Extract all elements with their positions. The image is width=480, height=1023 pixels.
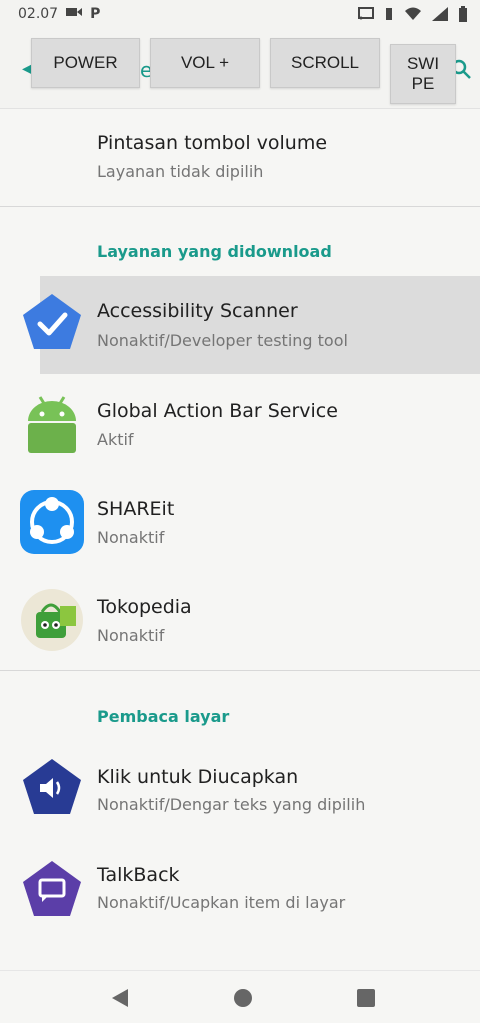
vibrate-icon: [384, 7, 394, 25]
battery-icon: [458, 6, 468, 26]
android-icon: [20, 391, 84, 455]
power-button[interactable]: POWER: [31, 38, 140, 88]
nav-back-icon[interactable]: [110, 988, 130, 1012]
service-status: Aktif: [97, 430, 134, 449]
service-status: Nonaktif/Dengar teks yang dipilih: [97, 795, 366, 814]
speaker-icon: [20, 756, 84, 820]
service-name: Tokopedia: [97, 596, 192, 618]
divider: [0, 206, 480, 207]
service-status: Nonaktif: [97, 626, 165, 645]
scroll-button[interactable]: SCROLL: [270, 38, 380, 88]
divider: [0, 670, 480, 671]
talkback-icon: [20, 858, 84, 922]
signal-icon: [432, 7, 448, 25]
service-status: Nonaktif/Developer testing tool: [97, 331, 348, 350]
list-item-accessibility-scanner[interactable]: Accessibility Scanner Nonaktif/Developer…: [0, 276, 480, 374]
shareit-icon: [20, 490, 84, 554]
nav-home-icon[interactable]: [233, 988, 253, 1012]
accessibility-scanner-icon: [20, 291, 84, 355]
wifi-icon: [404, 7, 422, 25]
list-item-select-to-speak[interactable]: Klik untuk Diucapkan Nonaktif/Dengar tek…: [0, 740, 480, 838]
volume-shortcut-row[interactable]: Pintasan tombol volume Layanan tidak dip…: [0, 110, 480, 206]
service-name: Global Action Bar Service: [97, 400, 338, 422]
shortcut-title: Pintasan tombol volume: [97, 132, 328, 154]
status-bar: 02.07 P: [0, 0, 480, 28]
swipe-button[interactable]: SWI PE: [390, 44, 456, 104]
list-item-global-action-bar[interactable]: Global Action Bar Service Aktif: [0, 374, 480, 472]
section-header-screen-reader: Pembaca layar: [97, 707, 230, 726]
service-status: Nonaktif/Ucapkan item di layar: [97, 893, 346, 912]
list-item-talkback[interactable]: TalkBack Nonaktif/Ucapkan item di layar: [0, 838, 480, 936]
shortcut-subtitle: Layanan tidak dipilih: [97, 162, 264, 181]
navigation-bar: [0, 970, 480, 1023]
nav-recents-icon[interactable]: [356, 988, 376, 1012]
service-name: Accessibility Scanner: [97, 300, 298, 322]
status-time: 02.07: [18, 6, 59, 22]
tokopedia-icon: [20, 588, 84, 652]
list-item-shareit[interactable]: SHAREit Nonaktif: [0, 472, 480, 570]
notification-p-icon: P: [90, 6, 101, 22]
list-item-tokopedia[interactable]: Tokopedia Nonaktif: [0, 570, 480, 668]
service-name: TalkBack: [97, 864, 180, 886]
service-status: Nonaktif: [97, 528, 165, 547]
service-name: Klik untuk Diucapkan: [97, 766, 299, 788]
video-camera-icon: [66, 6, 83, 22]
volume-up-button[interactable]: VOL +: [150, 38, 260, 88]
cast-icon: [358, 7, 374, 25]
service-name: SHAREit: [97, 498, 175, 520]
section-header-downloaded: Layanan yang didownload: [97, 242, 332, 261]
